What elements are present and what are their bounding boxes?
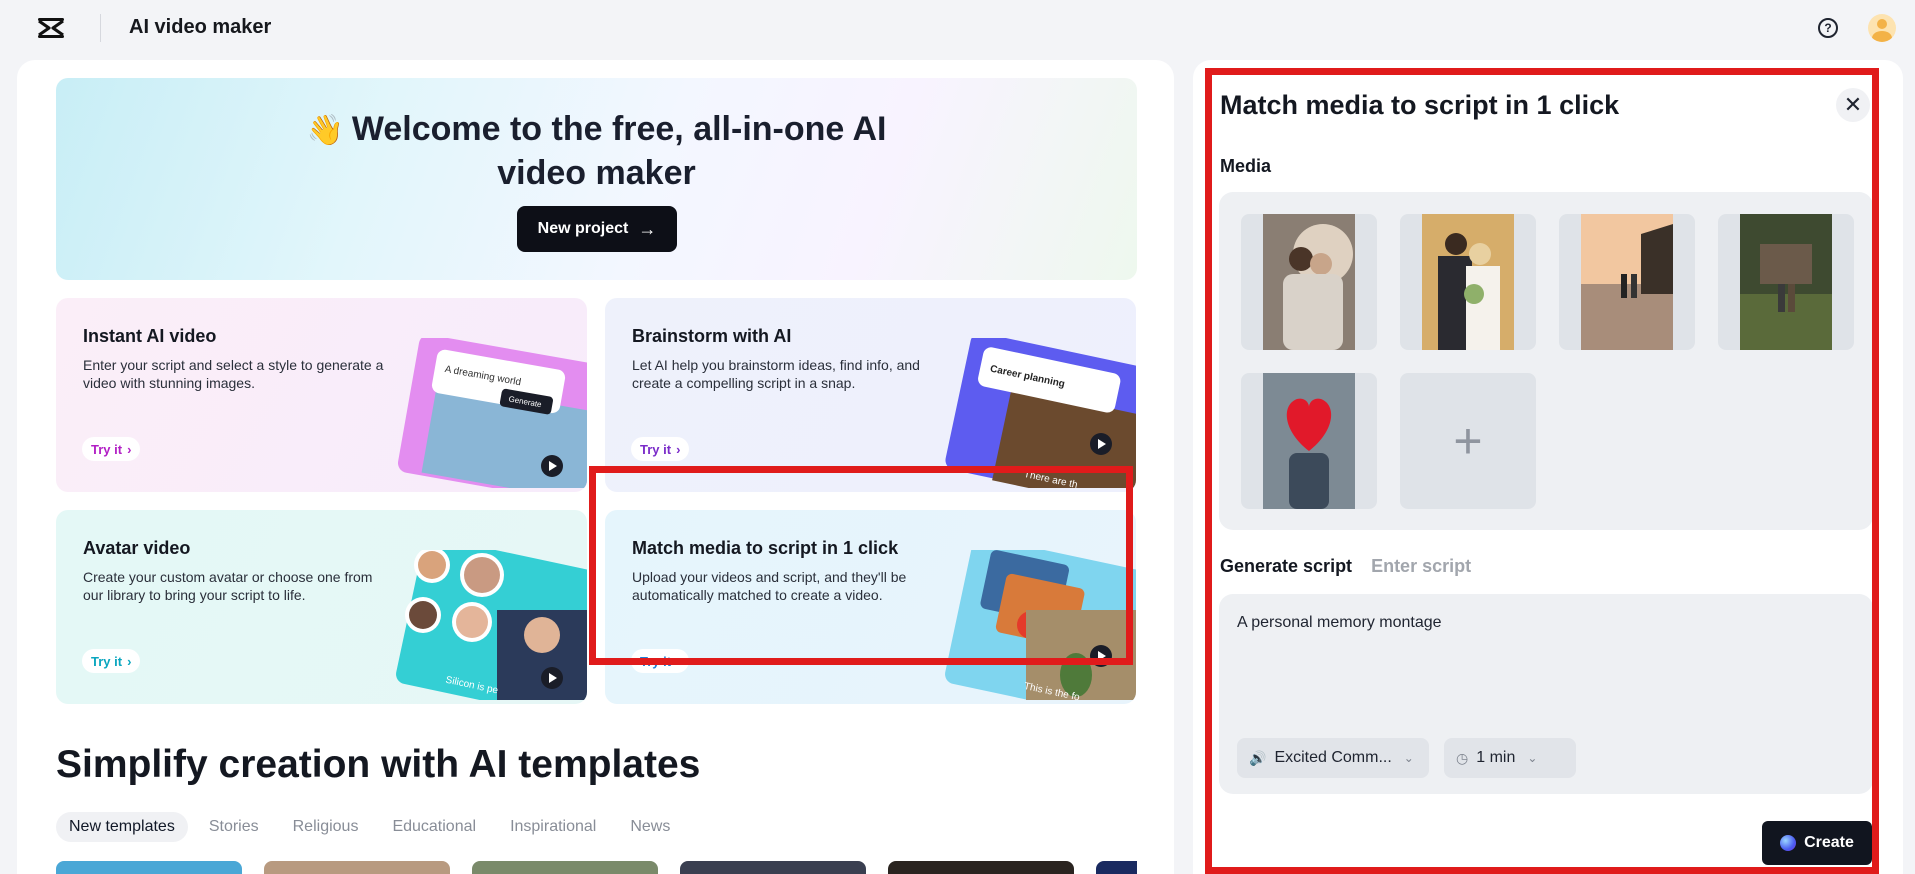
template-thumbnail[interactable] bbox=[680, 861, 866, 874]
template-thumbnails bbox=[56, 861, 1137, 874]
card-brainstorm-with-ai[interactable]: Brainstorm with AI Let AI help you brain… bbox=[605, 298, 1136, 492]
try-it-button[interactable]: Try it › bbox=[631, 437, 690, 461]
templates-section-title: Simplify creation with AI templates bbox=[56, 743, 701, 786]
highlight-box-card bbox=[589, 466, 1133, 665]
tab-educational[interactable]: Educational bbox=[379, 812, 489, 842]
card-instant-ai-video[interactable]: Instant AI video Enter your script and s… bbox=[56, 298, 587, 492]
highlight-box-panel bbox=[1205, 68, 1879, 874]
header-divider bbox=[100, 14, 101, 42]
template-thumbnail[interactable] bbox=[888, 861, 1074, 874]
card-avatar-video[interactable]: Avatar video Create your custom avatar o… bbox=[56, 510, 587, 704]
tab-religious[interactable]: Religious bbox=[280, 812, 372, 842]
chevron-right-icon: › bbox=[127, 441, 132, 457]
template-tabs: New templates Stories Religious Educatio… bbox=[56, 812, 683, 842]
tab-stories[interactable]: Stories bbox=[196, 812, 272, 842]
template-thumbnail[interactable] bbox=[56, 861, 242, 874]
tab-inspirational[interactable]: Inspirational bbox=[497, 812, 609, 842]
arrow-right-icon: → bbox=[638, 218, 657, 239]
try-it-button[interactable]: Try it › bbox=[82, 649, 141, 673]
top-bar: AI video maker ? bbox=[0, 0, 1915, 56]
try-it-button[interactable]: Try it › bbox=[82, 437, 141, 461]
hero-title: 👋 Welcome to the free, all-in-one AI vide… bbox=[306, 110, 887, 192]
help-circle-icon[interactable]: ? bbox=[1818, 18, 1838, 38]
hero-banner: 👋 Welcome to the free, all-in-one AI vide… bbox=[56, 78, 1137, 280]
template-thumbnail[interactable] bbox=[472, 861, 658, 874]
template-thumbnail[interactable] bbox=[264, 861, 450, 874]
tab-new-templates[interactable]: New templates bbox=[56, 812, 188, 842]
tab-news[interactable]: News bbox=[617, 812, 683, 842]
app-title: AI video maker bbox=[129, 16, 272, 38]
capcut-logo-icon[interactable] bbox=[36, 17, 66, 39]
new-project-button[interactable]: New project → bbox=[517, 206, 677, 252]
instant-video-illustration: A dreaming world Generate bbox=[397, 338, 587, 488]
waving-hand-icon: 👋 bbox=[306, 114, 344, 147]
chevron-right-icon: › bbox=[127, 653, 132, 669]
template-thumbnail[interactable] bbox=[1096, 861, 1137, 874]
user-avatar-icon[interactable] bbox=[1868, 14, 1896, 42]
chevron-right-icon: › bbox=[676, 441, 681, 457]
avatar-illustration: Silicon is pe bbox=[396, 550, 587, 700]
